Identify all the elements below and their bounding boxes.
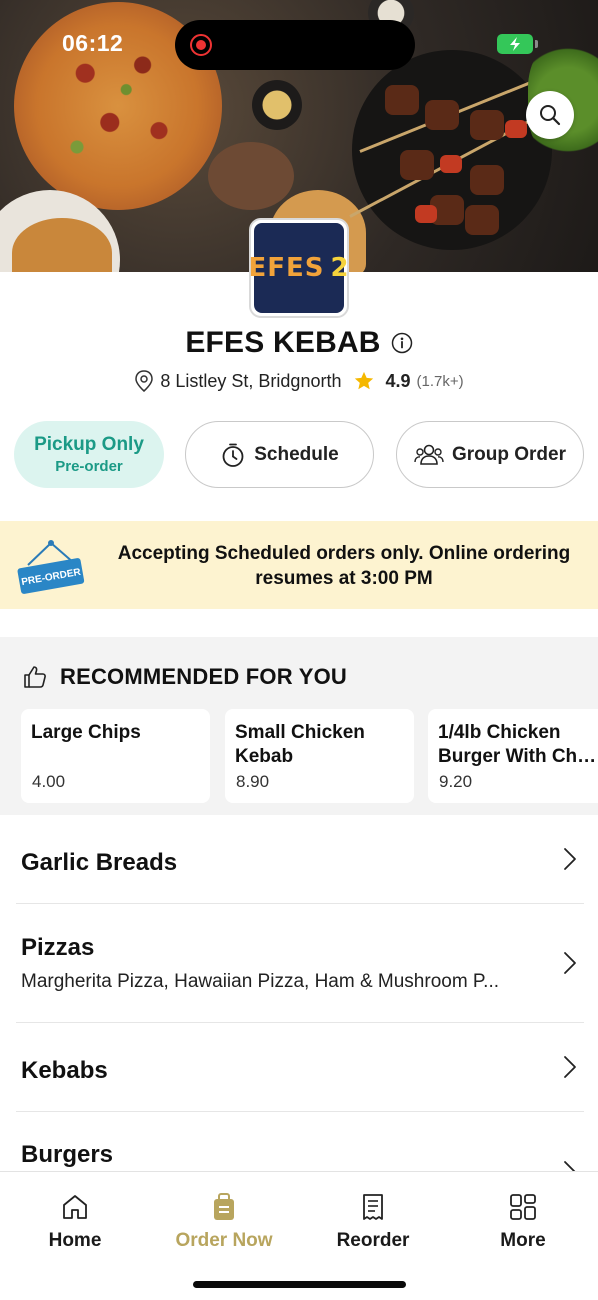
- chevron-right-icon: [564, 1056, 576, 1078]
- recommended-title: RECOMMENDED FOR YOU: [22, 664, 347, 690]
- recommended-item-card[interactable]: Small Chicken Kebab 8.90: [225, 709, 414, 803]
- address-rating-row: 8 Listley St, Bridgnorth 4.9 (1.7k+): [0, 370, 598, 392]
- group-users-icon: [414, 444, 444, 465]
- status-time: 06:12: [62, 30, 124, 56]
- item-price: 4.00: [32, 772, 66, 791]
- category-row-burgers[interactable]: Burgers: [0, 1112, 598, 1183]
- recommended-item-card[interactable]: 1/4lb Chicken Burger With Chi... 9.20: [428, 709, 598, 803]
- location-pin-icon: [135, 370, 154, 392]
- category-row-garlic-breads[interactable]: Garlic Breads: [0, 815, 598, 903]
- info-icon[interactable]: [391, 332, 413, 354]
- timer-icon: [222, 443, 244, 467]
- preorder-sign-icon: PRE-ORDER: [17, 540, 85, 594]
- tab-home[interactable]: Home: [10, 1192, 140, 1252]
- tab-reorder[interactable]: Reorder: [308, 1192, 438, 1252]
- restaurant-address: 8 Listley St, Bridgnorth: [160, 370, 342, 391]
- restaurant-name: EFES KEBAB: [185, 326, 381, 359]
- group-order-button[interactable]: Group Order: [396, 421, 584, 488]
- rating-value: 4.9: [385, 370, 411, 391]
- pickup-only-button[interactable]: Pickup Only Pre-order: [14, 421, 164, 488]
- banner-message: Accepting Scheduled orders only. Online …: [117, 543, 571, 589]
- thumbs-up-icon: [24, 666, 46, 688]
- home-icon: [63, 1195, 87, 1219]
- tab-more[interactable]: More: [458, 1192, 588, 1252]
- item-price: 9.20: [439, 772, 473, 791]
- chevron-right-icon: [564, 848, 576, 870]
- tab-order-now[interactable]: Order Now: [159, 1192, 289, 1252]
- recording-indicator-icon: [190, 34, 212, 56]
- search-button[interactable]: [526, 91, 574, 139]
- item-name-line2: Burger With Chi...: [438, 746, 598, 767]
- home-indicator: [193, 1281, 406, 1288]
- rating-count: (1.7k+): [416, 372, 464, 390]
- recommended-item-card[interactable]: Large Chips 4.00: [21, 709, 210, 803]
- battery-charging-icon: [497, 34, 538, 54]
- item-name: Small Chicken Kebab: [235, 722, 365, 767]
- category-row-kebabs[interactable]: Kebabs: [0, 1023, 598, 1111]
- receipt-icon: [363, 1194, 383, 1220]
- category-row-pizzas[interactable]: Pizzas Margherita Pizza, Hawaiian Pizza,…: [0, 904, 598, 1022]
- category-subtitle: Margherita Pizza, Hawaiian Pizza, Ham & …: [21, 971, 499, 992]
- item-name: Large Chips: [31, 722, 141, 743]
- restaurant-name-row: EFES KEBAB: [0, 326, 598, 360]
- chevron-right-icon: [564, 952, 576, 974]
- restaurant-logo: EFES 2: [248, 218, 349, 318]
- grid-icon: [510, 1194, 536, 1220]
- star-icon: [355, 371, 374, 390]
- schedule-button[interactable]: Schedule: [185, 421, 374, 488]
- search-icon: [540, 105, 561, 126]
- order-bag-icon: [214, 1193, 234, 1220]
- item-price: 8.90: [236, 772, 270, 791]
- preorder-banner: PRE-ORDER Accepting Scheduled orders onl…: [0, 521, 598, 609]
- item-name: 1/4lb Chicken: [438, 722, 561, 743]
